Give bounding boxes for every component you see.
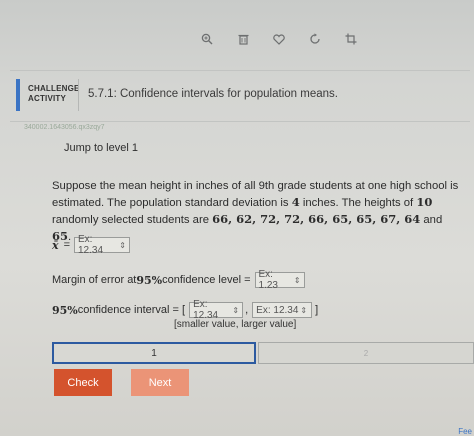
level-1-segment[interactable]: 1 xyxy=(52,342,256,364)
level-2-number: 2 xyxy=(363,348,369,358)
top-toolbar xyxy=(200,32,358,46)
heart-icon[interactable] xyxy=(272,32,286,46)
ci-label: confidence interval = [ xyxy=(77,304,186,316)
margin-placeholder: Ex: 1.23 xyxy=(258,269,278,291)
jump-to-level[interactable]: Jump to level 1 xyxy=(64,142,138,154)
height-values: 66, 62, 72, 72, 66, 65, 65, 67, 64 xyxy=(212,212,421,226)
header-divider xyxy=(78,79,79,111)
spinner-icon[interactable]: ⇕ xyxy=(300,306,307,315)
xbar-symbol: x̄ xyxy=(52,238,59,252)
spinner-icon[interactable]: ⇕ xyxy=(232,306,239,315)
problem-text-2: inches. The heights of xyxy=(299,197,417,209)
ci-close-bracket: ] xyxy=(315,304,319,316)
ci-upper-placeholder: Ex: 12.34 xyxy=(256,304,299,316)
ci-lower-placeholder: Ex: 12.34 xyxy=(193,299,219,321)
ci-percent: 95% xyxy=(52,303,78,317)
ci-row: 95% confidence interval = [ Ex: 12.34 ⇕ ,… xyxy=(52,299,319,321)
activity-header: CHALLENGE ACTIVITY 5.7.1: Confidence int… xyxy=(10,70,470,122)
xbar-row: x̄ = Ex: 12.34 ⇕ xyxy=(52,234,130,256)
margin-percent: 95% xyxy=(136,273,163,287)
equals-sign: = xyxy=(63,239,70,251)
header-accent-bar xyxy=(16,79,20,111)
margin-label-pre: Margin of error at xyxy=(52,274,137,286)
ci-lower-input[interactable]: Ex: 12.34 ⇕ xyxy=(189,299,244,321)
margin-row: Margin of error at 95% confidence level … xyxy=(52,269,305,291)
std-dev-value: 4 xyxy=(291,195,300,209)
trash-icon[interactable] xyxy=(236,32,250,46)
spinner-icon[interactable]: ⇕ xyxy=(294,276,301,285)
level-1-number: 1 xyxy=(151,347,157,359)
label-line-2: ACTIVITY xyxy=(28,94,67,103)
activity-id: 340002.1643056.qx3zqy7 xyxy=(24,124,105,131)
margin-label-post: confidence level = xyxy=(162,274,251,286)
sample-size-value: 10 xyxy=(416,195,433,209)
problem-text-3: randomly selected students are xyxy=(52,214,213,226)
ci-upper-input[interactable]: Ex: 12.34 ⇕ xyxy=(252,302,313,318)
problem-text-4: and xyxy=(420,214,443,226)
label-line-1: CHALLENGE xyxy=(28,84,80,93)
check-button[interactable]: Check xyxy=(54,369,112,396)
refresh-icon[interactable] xyxy=(308,32,322,46)
level-progress: 1 2 xyxy=(52,342,474,364)
level-2-segment[interactable]: 2 xyxy=(258,342,474,364)
sample-mean-placeholder: Ex: 12.34 xyxy=(78,234,104,256)
spinner-icon[interactable]: ⇕ xyxy=(119,241,126,250)
next-button[interactable]: Next xyxy=(131,369,189,396)
zoom-in-icon[interactable] xyxy=(200,32,214,46)
ci-comma: , xyxy=(245,304,249,316)
activity-title: 5.7.1: Confidence intervals for populati… xyxy=(88,88,338,100)
challenge-activity-label: CHALLENGE ACTIVITY xyxy=(28,84,80,104)
crop-icon[interactable] xyxy=(344,32,358,46)
sample-mean-input[interactable]: Ex: 12.34 ⇕ xyxy=(74,234,130,256)
margin-of-error-input[interactable]: Ex: 1.23 ⇕ xyxy=(254,269,305,291)
ci-hint: [smaller value, larger value] xyxy=(174,319,297,330)
feedback-link[interactable]: Fee xyxy=(458,427,472,436)
